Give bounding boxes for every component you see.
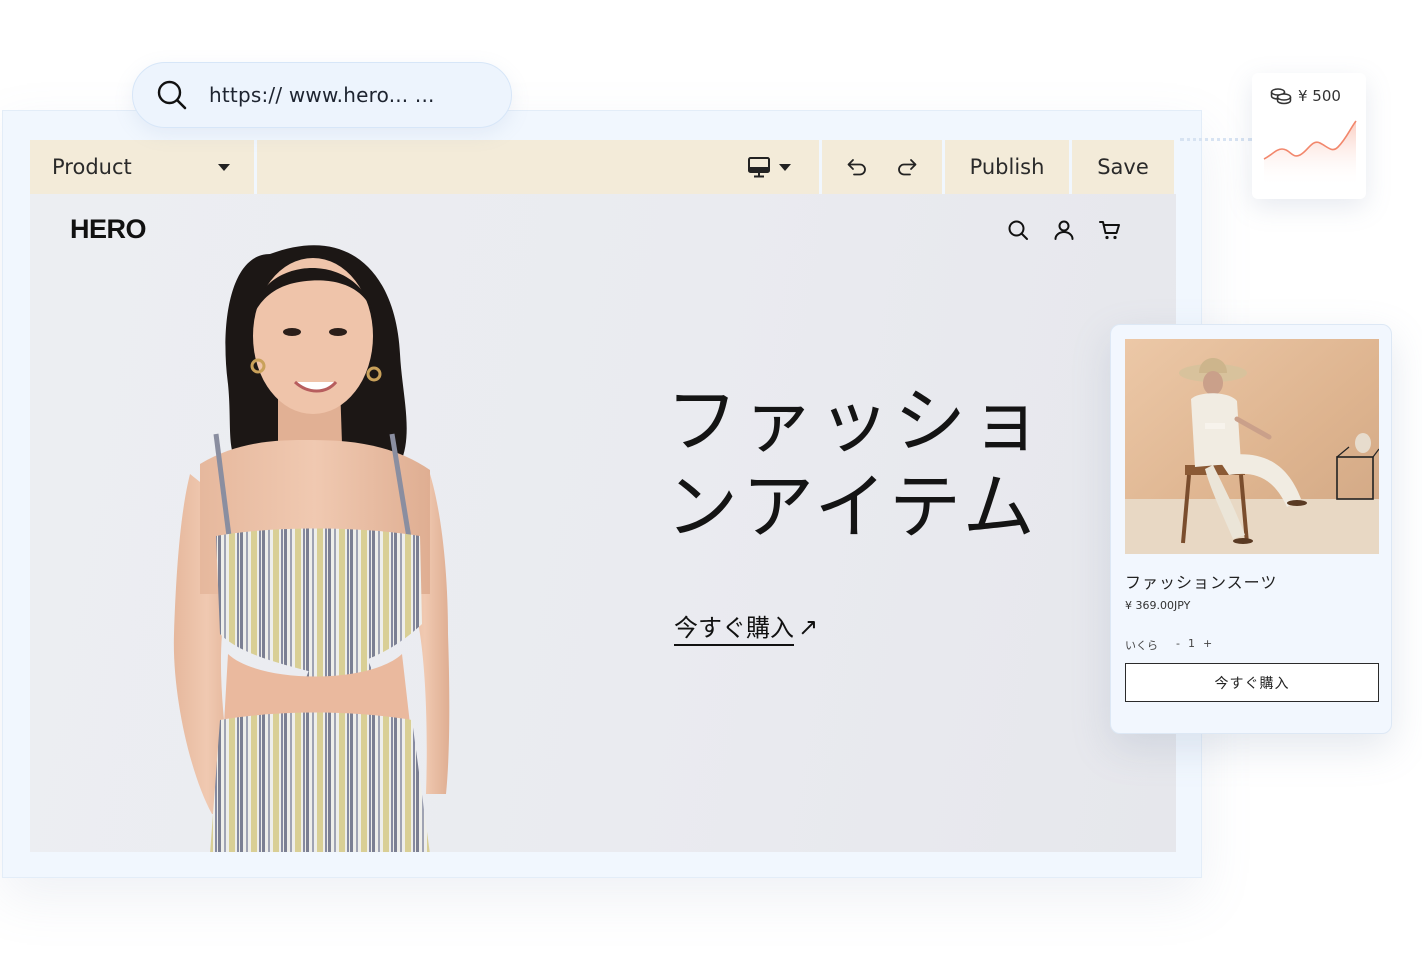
revenue-header: ¥ 500 bbox=[1270, 87, 1341, 105]
toolbar-spacer bbox=[257, 140, 819, 194]
arrow-up-right-icon: ↗ bbox=[798, 613, 819, 641]
save-button[interactable]: Save bbox=[1072, 140, 1174, 194]
url-text: https:// www.hero... ... bbox=[209, 83, 435, 107]
monitor-icon bbox=[747, 155, 771, 179]
hero-model-image bbox=[173, 245, 450, 852]
product-dropdown[interactable]: Product bbox=[30, 140, 254, 194]
chevron-down-icon bbox=[779, 163, 791, 171]
url-bar[interactable]: https:// www.hero... ... bbox=[132, 62, 512, 128]
product-dropdown-label: Product bbox=[52, 155, 132, 179]
device-selector[interactable] bbox=[747, 155, 791, 179]
connector-line bbox=[1180, 138, 1252, 141]
revenue-sparkline bbox=[1263, 120, 1357, 187]
redo-icon[interactable] bbox=[895, 155, 919, 179]
user-icon[interactable] bbox=[1052, 218, 1076, 242]
cart-icon[interactable] bbox=[1098, 218, 1122, 242]
quantity-increment[interactable]: + bbox=[1203, 637, 1212, 653]
chevron-down-icon bbox=[218, 163, 230, 171]
buy-now-label: 今すぐ購入 bbox=[674, 608, 794, 646]
site-preview: HERO ファッショ ンアイテム 今すぐ購入 ↗ bbox=[30, 194, 1176, 852]
history-controls bbox=[822, 140, 942, 194]
product-price: ¥ 369.00JPY bbox=[1125, 599, 1191, 612]
quantity-label: いくら bbox=[1125, 639, 1158, 652]
buy-now-link[interactable]: 今すぐ購入 ↗ bbox=[674, 608, 818, 646]
undo-icon[interactable] bbox=[845, 155, 869, 179]
coins-icon bbox=[1270, 87, 1292, 105]
publish-button[interactable]: Publish bbox=[945, 140, 1069, 194]
editor-toolbar: Product Publish Save bbox=[30, 140, 1174, 194]
revenue-amount: ¥ 500 bbox=[1298, 87, 1341, 105]
product-image bbox=[1125, 339, 1379, 554]
hero-title: ファッショ ンアイテム bbox=[666, 379, 1047, 549]
quantity-value: 1 bbox=[1187, 637, 1195, 650]
card-buy-now-button[interactable]: 今すぐ購入 bbox=[1125, 663, 1379, 702]
search-icon bbox=[155, 78, 189, 112]
site-header-icons bbox=[1006, 218, 1122, 242]
quantity-stepper[interactable]: - 1 + bbox=[1176, 637, 1212, 653]
revenue-card: ¥ 500 bbox=[1252, 73, 1366, 199]
quantity-decrement[interactable]: - bbox=[1176, 637, 1180, 653]
product-name: ファッションスーツ bbox=[1125, 573, 1278, 592]
product-card[interactable]: ファッションスーツ ¥ 369.00JPY いくら - 1 + 今すぐ購入 bbox=[1110, 324, 1392, 734]
search-icon[interactable] bbox=[1006, 218, 1030, 242]
quantity-row: いくら - 1 + bbox=[1125, 637, 1212, 653]
